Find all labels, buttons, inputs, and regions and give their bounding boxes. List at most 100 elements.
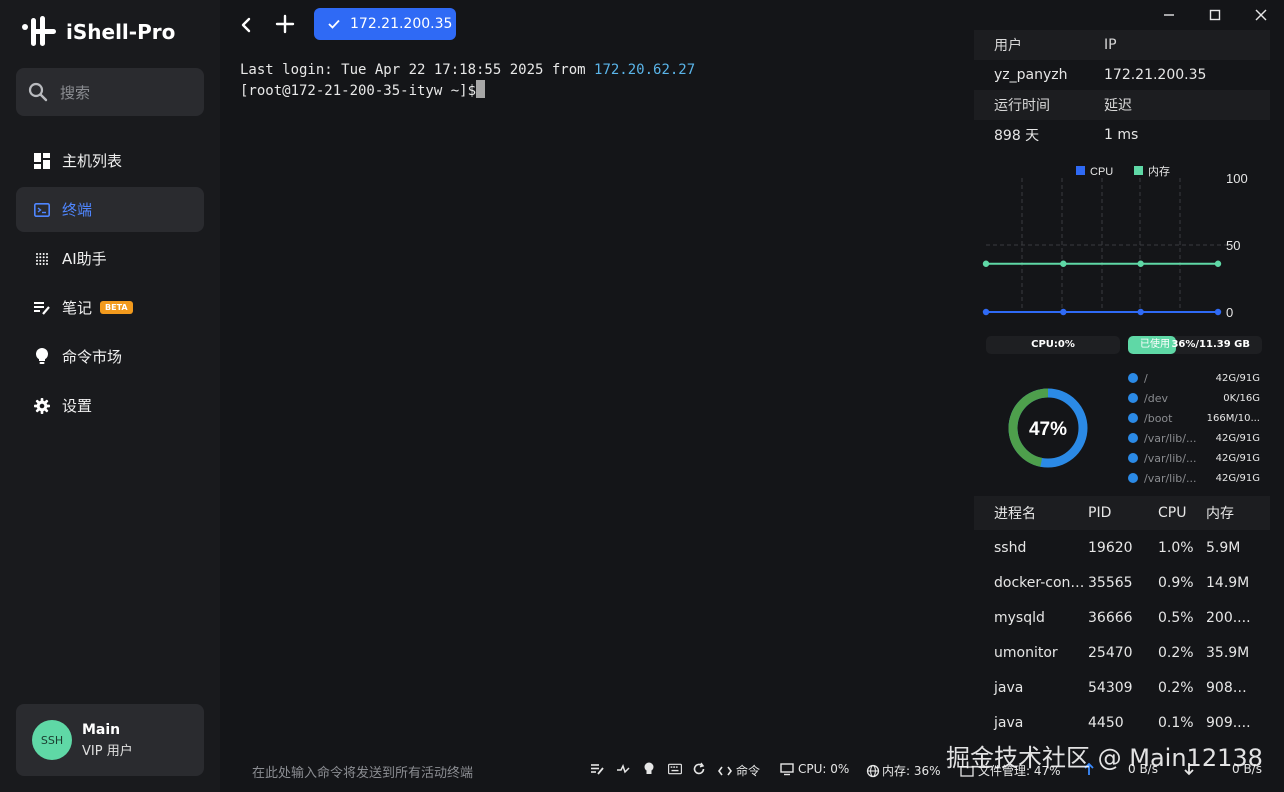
process-name: java xyxy=(994,679,1024,696)
sb-cpu: CPU: 0% xyxy=(780,762,849,776)
process-cpu: 0.5% xyxy=(1158,609,1194,626)
process-cpu: 1.0% xyxy=(1158,539,1194,556)
disk-list: / 42G/91G /dev 0K/16G /boot 166M/10... /var… xyxy=(1128,368,1260,488)
table-row[interactable]: mysqld 36666 0.5% 200.... xyxy=(974,600,1270,635)
watermark: 掘金技术社区 @ Main12138 xyxy=(946,744,1263,772)
sidebar-item-label: AI助手 xyxy=(62,250,107,268)
search-box[interactable]: 搜索 xyxy=(16,68,204,116)
cpu-status: CPU: 0% xyxy=(798,762,850,776)
sidebar-item-notes[interactable]: 笔记 BETA xyxy=(16,285,204,330)
table-row[interactable]: sshd 19620 1.0% 5.9M xyxy=(974,530,1270,565)
data-point xyxy=(1214,308,1222,316)
disk-path: /var/lib/... xyxy=(1144,431,1197,445)
sidebar-item-terminal[interactable]: 终端 xyxy=(16,187,204,232)
terminal-cursor xyxy=(476,80,486,98)
sb-refresh-button[interactable] xyxy=(692,762,706,776)
beta-badge: BETA xyxy=(100,301,133,314)
table-row[interactable]: docker-cont... 35565 0.9% 14.9M xyxy=(974,565,1270,600)
app-logo: iShell-Pro xyxy=(22,16,175,48)
host-info-panel: 用户 IP yz_panyzh 172.21.200.35 运行时间 延迟 89… xyxy=(974,30,1270,150)
memory-usage-bar: 已使用 36%/11.39 GB xyxy=(1128,336,1262,354)
data-point xyxy=(1060,260,1067,267)
sidebar: iShell-Pro 搜索 主机列表 终端 AI助手 笔记 BETA 命令市场 … xyxy=(0,0,220,792)
ip-label: IP xyxy=(1104,37,1117,53)
data-point xyxy=(1060,308,1067,316)
sb-keyboard-button[interactable] xyxy=(668,762,682,776)
cpu-usage-bar: CPU:0% xyxy=(986,336,1120,354)
disk-value: 42G/91G xyxy=(1215,452,1260,464)
disk-value: 166M/10... xyxy=(1206,412,1260,424)
process-pid: 54309 xyxy=(1088,679,1133,696)
search-input[interactable]: 搜索 xyxy=(60,82,90,103)
process-mem: 909.... xyxy=(1206,714,1251,731)
legend-label: CPU xyxy=(1090,166,1113,178)
col-header-pid[interactable]: PID xyxy=(1088,505,1158,521)
disk-path: /var/lib/... xyxy=(1144,471,1197,485)
close-icon[interactable] xyxy=(1252,6,1270,24)
keyboard-icon xyxy=(668,763,682,775)
list-item: /var/lib/... 42G/91G xyxy=(1128,468,1260,488)
avatar: SSH xyxy=(32,720,72,760)
disk-value: 0K/16G xyxy=(1223,392,1260,404)
process-mem: 35.9M xyxy=(1206,644,1250,661)
col-header-cpu[interactable]: CPU xyxy=(1158,505,1206,521)
data-point xyxy=(1137,260,1144,267)
process-mem: 200.... xyxy=(1206,609,1251,626)
disk-path: / xyxy=(1144,371,1148,385)
dashboard-icon xyxy=(34,152,50,169)
data-point xyxy=(982,260,990,267)
table-row[interactable]: java 4450 0.1% 909.... xyxy=(974,705,1270,740)
broadcast-input[interactable]: 在此处输入命令将发送到所有活动终端 xyxy=(252,762,473,781)
add-tab-icon[interactable] xyxy=(274,13,296,35)
sidebar-item-host-list[interactable]: 主机列表 xyxy=(16,138,204,183)
back-chevron-icon[interactable] xyxy=(236,14,256,36)
disk-value: 42G/91G xyxy=(1215,472,1260,484)
ishell-logo-icon xyxy=(22,16,56,48)
lightbulb-icon xyxy=(644,762,654,774)
sb-tips-button[interactable] xyxy=(642,762,656,776)
chart-legend: CPU 内存 xyxy=(1076,164,1170,178)
process-cpu: 0.9% xyxy=(1158,574,1194,591)
table-row[interactable]: java 54309 0.2% 9085.... xyxy=(974,670,1270,705)
process-name: docker-cont... xyxy=(994,574,1088,591)
disk-dot xyxy=(1128,473,1138,483)
sb-commands-button[interactable]: 命令 xyxy=(718,762,760,779)
sidebar-item-label: 命令市场 xyxy=(62,348,123,366)
list-item: / 42G/91G xyxy=(1128,368,1260,388)
table-row[interactable]: umonitor 25470 0.2% 35.9M xyxy=(974,635,1270,670)
process-mem: 14.9M xyxy=(1206,574,1250,591)
data-point xyxy=(1137,308,1144,316)
list-item: /var/lib/... 42G/91G xyxy=(1128,448,1260,468)
process-pid: 4450 xyxy=(1088,714,1124,731)
list-item: /boot 166M/10... xyxy=(1128,408,1260,428)
col-header-mem[interactable]: 内存 xyxy=(1206,503,1254,523)
user-card[interactable]: SSH Main VIP 用户 xyxy=(16,704,204,776)
sidebar-item-command-market[interactable]: 命令市场 xyxy=(16,334,204,379)
data-point xyxy=(1214,260,1222,267)
sb-compare-button[interactable] xyxy=(616,762,630,776)
sb-memory: 内存: 36% xyxy=(866,762,941,779)
process-cpu: 0.2% xyxy=(1158,679,1194,696)
gear-icon xyxy=(34,397,50,414)
tab-session[interactable]: 172.21.200.35 xyxy=(314,8,456,40)
sidebar-item-ai-assistant[interactable]: AI助手 xyxy=(16,236,204,281)
user-label: 用户 xyxy=(994,38,1022,54)
monitor-icon xyxy=(780,763,794,776)
sb-notes-button[interactable] xyxy=(590,762,604,776)
shell-prompt: [root@172-21-200-35-ityw ~]$ xyxy=(240,83,477,99)
sidebar-item-settings[interactable]: 设置 xyxy=(16,383,204,428)
disk-path: /var/lib/... xyxy=(1144,451,1197,465)
sidebar-item-label: 主机列表 xyxy=(62,152,123,170)
disk-dot xyxy=(1128,453,1138,463)
terminal-output[interactable]: Last login: Tue Apr 22 17:18:55 2025 fro… xyxy=(240,60,960,740)
col-header-name[interactable]: 进程名 xyxy=(974,503,1088,523)
process-name: sshd xyxy=(994,539,1027,556)
y-tick-label: 0 xyxy=(1226,305,1233,320)
process-mem: 5.9M xyxy=(1206,539,1241,556)
maximize-icon[interactable] xyxy=(1206,6,1224,24)
usage-line-chart: CPU 内存 100 50 0 xyxy=(982,164,1248,320)
chart-grid xyxy=(986,178,1238,312)
minimize-icon[interactable] xyxy=(1160,6,1178,24)
disk-dot xyxy=(1128,413,1138,423)
notes-icon xyxy=(591,764,604,775)
